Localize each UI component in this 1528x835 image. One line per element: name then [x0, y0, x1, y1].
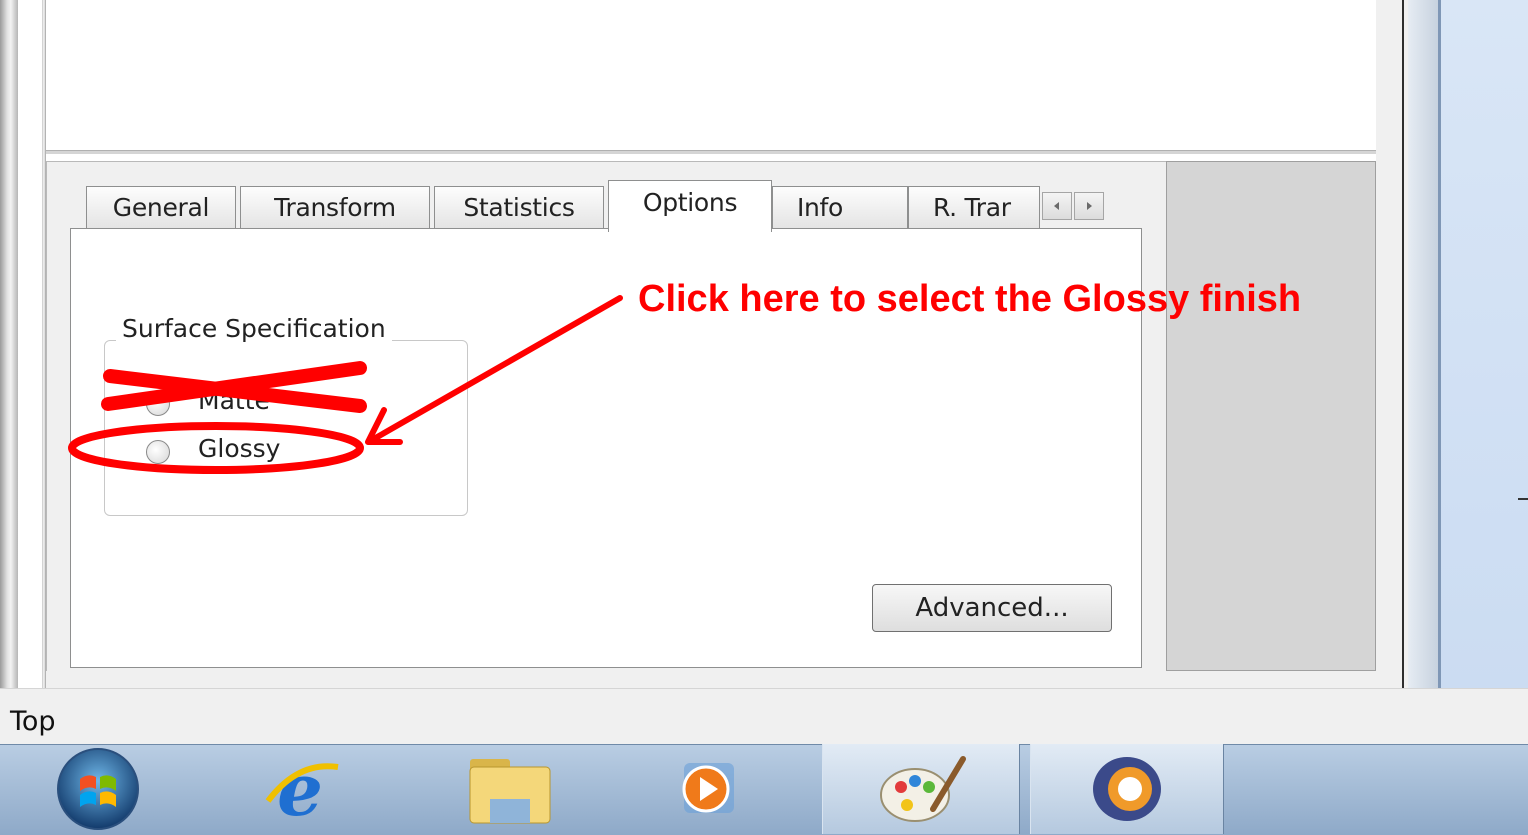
taskbar-file-explorer[interactable]: [430, 744, 590, 834]
side-grey-panel: [1166, 161, 1376, 671]
tab-transform[interactable]: Transform: [240, 186, 430, 228]
taskbar-internet-explorer[interactable]: e: [230, 744, 370, 834]
taskbar-media-player[interactable]: [640, 744, 780, 834]
internet-explorer-icon: e: [265, 749, 339, 829]
right-pane-mark: [1518, 498, 1528, 500]
chevron-left-icon: [1054, 202, 1059, 210]
surface-specification-title: Surface Specification: [116, 314, 392, 343]
window-left-frame: [0, 0, 18, 688]
tab-scroll-right-button[interactable]: [1074, 192, 1104, 220]
app-ring-icon: [1093, 757, 1161, 821]
file-explorer-icon: [469, 759, 551, 824]
annotation-text: Click here to select the Glossy finish: [638, 278, 1302, 320]
viewport-splitter[interactable]: [46, 150, 1408, 154]
surface-specification-group: [104, 340, 468, 516]
taskbar-start[interactable]: [28, 744, 168, 834]
svg-text:e: e: [277, 749, 323, 829]
tab-r-transform[interactable]: R. Trar: [908, 186, 1040, 228]
matte-label[interactable]: Matte: [198, 386, 270, 415]
paint-palette-icon: [880, 756, 966, 822]
advanced-button[interactable]: Advanced...: [872, 584, 1112, 632]
media-player-icon: [682, 763, 734, 813]
glossy-radio[interactable]: [146, 440, 170, 464]
status-bar: [0, 688, 1528, 745]
tab-statistics[interactable]: Statistics: [434, 186, 604, 228]
tab-info[interactable]: Info: [772, 186, 908, 228]
taskbar-paint[interactable]: [822, 744, 1020, 834]
right-pane: [1438, 0, 1528, 688]
glossy-label[interactable]: Glossy: [198, 434, 280, 463]
viewport-area[interactable]: [46, 0, 1409, 150]
windows-start-icon: [57, 748, 139, 830]
taskbar-app[interactable]: [1030, 744, 1224, 834]
matte-radio[interactable]: [146, 392, 170, 416]
status-text: Top: [10, 706, 56, 737]
tab-options[interactable]: Options: [608, 180, 772, 232]
tab-scroll-left-button[interactable]: [1042, 192, 1072, 220]
right-splitter[interactable]: [1376, 0, 1408, 688]
right-strip: [1408, 0, 1438, 688]
panel-bottom-strip: [46, 671, 1376, 688]
chevron-right-icon: [1087, 202, 1092, 210]
tab-general[interactable]: General: [86, 186, 236, 228]
